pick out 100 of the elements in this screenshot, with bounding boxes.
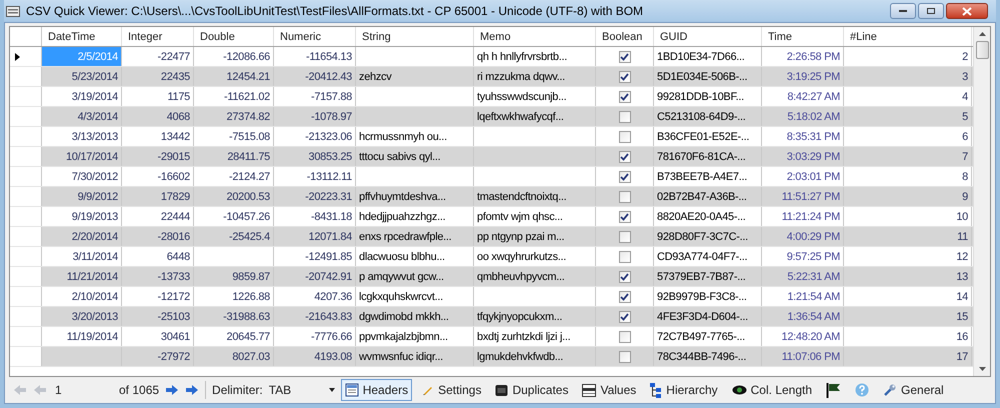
column-header[interactable]: Boolean [596,27,654,46]
page-field[interactable]: 1 [53,381,113,399]
table-cell: 6 [844,127,972,146]
column-header[interactable]: Numeric [274,27,356,46]
next-page-icon[interactable] [165,384,180,396]
table-cell: 9:57:25 PM [762,247,844,266]
table-cell: 14 [844,287,972,306]
column-header[interactable]: Double [194,27,274,46]
toolbar-button[interactable]: Headers [340,379,412,401]
table-cell: tfqykjnyopcukxm... [474,307,596,326]
checkbox[interactable] [618,170,630,182]
table-cell: 92B9979B-F3C8-... [654,287,762,306]
table-cell: qh h hnllyfrvrsbrtb... [474,47,596,66]
table-cell: 1226.88 [194,287,274,306]
column-header[interactable]: #Line [844,27,972,46]
checkbox[interactable] [618,230,630,242]
table-cell: CD93A774-04F7-... [654,247,762,266]
delimiter-dropdown[interactable]: TAB [268,381,335,399]
table-cell: 15 [844,307,972,326]
table-cell: -25103 [122,307,194,326]
table-cell: -20742.91 [274,267,356,286]
table-cell: 6448 [122,247,194,266]
column-header[interactable]: Memo [474,27,596,46]
table-cell: wvmwsnfuc idiqr... [356,347,474,366]
toolbar-button[interactable]: Duplicates [491,379,572,401]
toolbar-button[interactable]: Hierarchy [646,379,722,401]
toolbar-button[interactable]: Settings [418,379,486,401]
table-cell: qmbheuvhpyvcm... [474,267,596,286]
table-cell: 8820AE20-0A45-... [654,207,762,226]
table-cell: tyuhsswwdscunjb... [474,87,596,106]
minimize-button[interactable] [890,3,916,19]
table-cell: -21323.06 [274,127,356,146]
table-cell: -12491.85 [274,247,356,266]
checkbox[interactable] [618,210,630,222]
table-cell: 4193.08 [274,347,356,366]
table-cell: 1:21:54 AM [762,287,844,306]
close-button[interactable] [946,3,988,19]
table-cell: 10/17/2014 [42,147,122,166]
first-page-icon[interactable] [13,384,27,396]
table-cell: 13442 [122,127,194,146]
table-cell: 12454.21 [194,67,274,86]
table-cell: -12172 [122,287,194,306]
check-icon [620,72,629,80]
column-header[interactable]: Time [762,27,844,46]
checkbox[interactable] [618,270,630,282]
table-cell: 30461 [122,327,194,346]
column-header[interactable]: Integer [122,27,194,46]
table-cell: 5 [844,107,972,126]
checkbox[interactable] [618,70,630,82]
table-cell: 16 [844,327,972,346]
table-cell: 4:00:29 PM [762,227,844,246]
table-cell: bxdtj zurhtzkdi ljzi j... [474,327,596,346]
table-cell: 3 [844,67,972,86]
checkbox[interactable] [618,250,630,262]
check-icon [620,92,629,100]
maximize-button[interactable] [918,3,944,19]
table-cell: 2:03:01 PM [762,167,844,186]
checkbox[interactable] [618,90,630,102]
toolbar-button[interactable]: Col. Length [728,379,816,401]
table-cell: 17829 [122,187,194,206]
table-cell: B73BEE7B-A4E7... [654,167,762,186]
table-cell: 3:03:29 PM [762,147,844,166]
table-cell: 12:48:20 AM [762,327,844,346]
table-cell: 7 [844,147,972,166]
table-cell: 72C7B497-7765-... [654,327,762,346]
toolbar-button[interactable]: Values [578,379,640,401]
table-cell: 20200.53 [194,187,274,206]
table-cell: 8 [844,167,972,186]
scroll-thumb[interactable] [976,41,988,59]
checkbox[interactable] [618,50,630,62]
checkbox[interactable] [618,350,630,362]
table-cell: -21643.83 [274,307,356,326]
table-cell: tttocu sabivs qyl... [356,147,474,166]
table-cell: -16602 [122,167,194,186]
table-cell: 3/13/2013 [42,127,122,146]
checkbox[interactable] [618,190,630,202]
table-cell: ppvmkajalzbjbmn... [356,327,474,346]
column-header[interactable]: DateTime [42,27,122,46]
checkbox[interactable] [618,150,630,162]
table-cell: -11621.02 [194,87,274,106]
vertical-scrollbar[interactable] [973,27,990,376]
app-icon [6,6,20,16]
table-cell: -13112.11 [274,167,356,186]
checkbox[interactable] [618,130,630,142]
checkbox[interactable] [618,110,630,122]
toolbar-button[interactable]: General [879,379,948,401]
column-header[interactable]: String [356,27,474,46]
table-cell: -20412.43 [274,67,356,86]
table-cell: hcrmussnmyh ou... [356,127,474,146]
check-icon [620,272,629,280]
table-cell: 13 [844,267,972,286]
table-cell: B36CFE01-E52E-... [654,127,762,146]
flag-icon [826,382,842,398]
last-page-icon[interactable] [185,384,200,396]
window-icon [495,384,508,396]
checkbox[interactable] [618,290,630,302]
checkbox[interactable] [618,330,630,342]
checkbox[interactable] [618,310,630,322]
column-header[interactable]: GUID [654,27,762,46]
previous-page-icon[interactable] [33,384,47,396]
